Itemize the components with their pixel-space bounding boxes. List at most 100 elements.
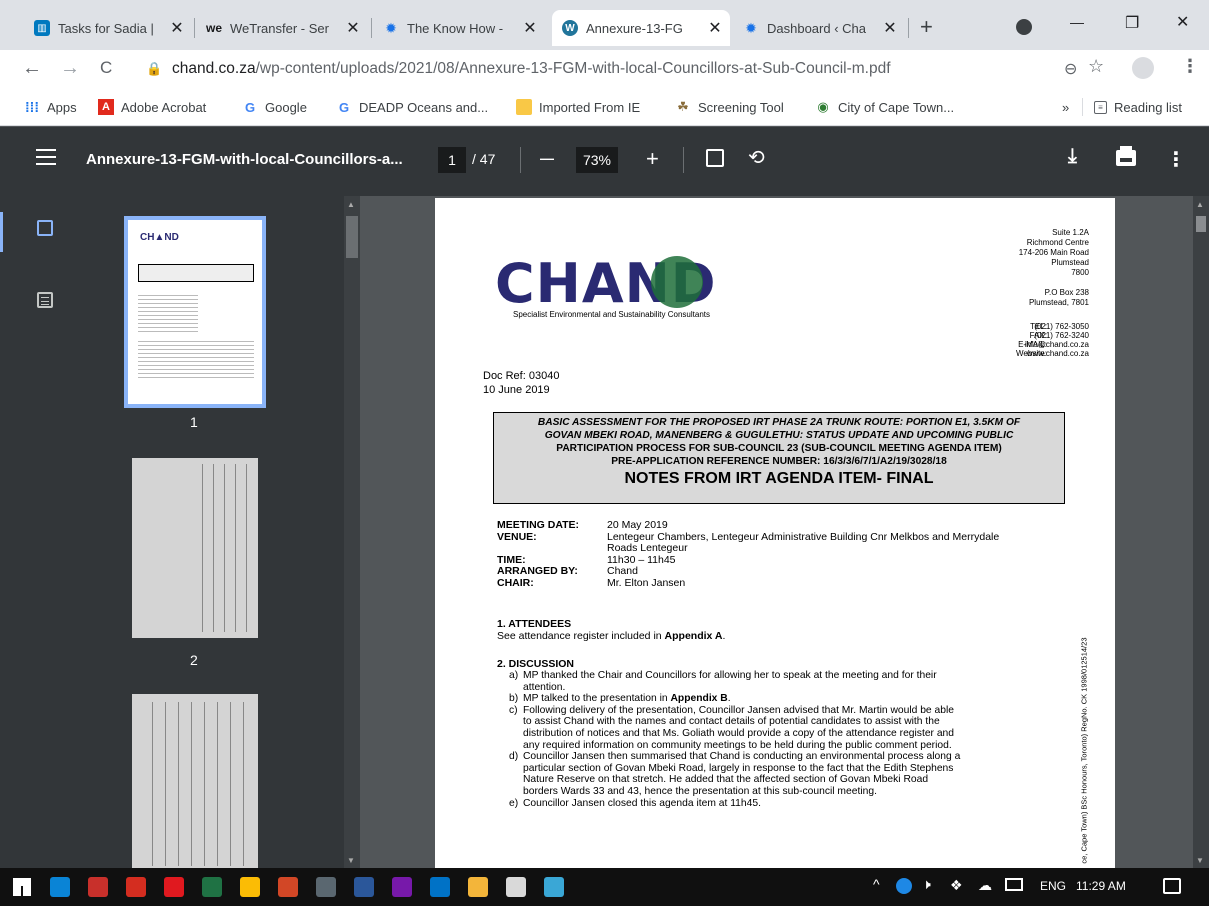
scrollbar-thumb[interactable]	[346, 216, 358, 258]
minimize-button[interactable]: —	[1070, 14, 1084, 30]
close-icon[interactable]: ✕	[881, 18, 899, 38]
chrome-icon[interactable]	[240, 877, 260, 897]
onenote-icon[interactable]	[392, 877, 412, 897]
forward-button[interactable]: →	[60, 57, 80, 80]
rotate-icon[interactable]: ⟲	[748, 145, 765, 170]
word-icon[interactable]	[354, 877, 374, 897]
meta-key: VENUE:	[497, 530, 537, 543]
outlook-icon[interactable]	[430, 877, 450, 897]
profile-dropdown-icon[interactable]	[1016, 19, 1032, 35]
acrobat-taskbar-icon[interactable]	[126, 877, 146, 897]
thumbnail-scrollbar[interactable]: ▲ ▼	[344, 196, 360, 868]
more-options-icon[interactable]: ⋮	[1166, 147, 1186, 172]
scroll-down-icon[interactable]: ▼	[347, 856, 355, 865]
reload-button[interactable]: C	[100, 58, 112, 78]
thumbnail-page-1[interactable]: CH▲ND	[124, 216, 266, 408]
bookmark-screening-tool[interactable]: ☘ Screening Tool	[675, 98, 784, 116]
outline-view-icon[interactable]	[37, 292, 53, 308]
thumbnail-page-2[interactable]	[132, 458, 258, 638]
tab-annexure[interactable]: W Annexure-13-FG ✕	[552, 10, 730, 46]
bookmark-apps[interactable]: ⁞⁞⁞ Apps	[24, 98, 77, 116]
list-marker: c)	[509, 704, 518, 716]
section-1-title: 1. ATTENDEES	[497, 618, 572, 630]
scroll-up-icon[interactable]: ▲	[347, 200, 355, 209]
download-icon[interactable]: ⤓	[1068, 145, 1077, 168]
page-number-input[interactable]: 1	[438, 147, 466, 173]
url-path: /wp-content/uploads/2021/08/Annexure-13-…	[255, 60, 891, 77]
discussion-line: particular section of Govan Mbeki Road, …	[509, 763, 1079, 775]
wetransfer-icon: we	[206, 21, 223, 35]
scrollbar-thumb[interactable]	[1196, 216, 1206, 232]
new-tab-button[interactable]: +	[920, 14, 933, 40]
notification-icon[interactable]	[1163, 878, 1181, 894]
notes-icon[interactable]	[506, 877, 526, 897]
zoom-out-button[interactable]: —	[540, 150, 554, 166]
bookmark-adobe-acrobat[interactable]: A Adobe Acrobat	[98, 98, 206, 116]
print-icon[interactable]	[1116, 146, 1136, 166]
discussion-text: Following delivery of the presentation, …	[523, 705, 954, 717]
tab-know-how[interactable]: ✹ The Know How - ✕	[373, 10, 545, 46]
bookmark-deadp[interactable]: G DEADP Oceans and...	[336, 98, 488, 116]
fit-page-icon[interactable]	[706, 149, 724, 167]
wordpress-taskbar-icon[interactable]	[316, 877, 336, 897]
app-red-icon[interactable]	[88, 877, 108, 897]
discussion-text: MP talked to the presentation in Appendi…	[523, 693, 731, 705]
discussion-text: Councillor Jansen then summarised that C…	[523, 751, 960, 763]
registration-sidebar: ce, Cape Town) BSc Honours, Toronto) Reg…	[1069, 638, 1089, 868]
onedrive-icon[interactable]: ☁	[978, 877, 992, 894]
volume-muted-icon[interactable]: 🕨	[922, 876, 931, 893]
clock[interactable]: 11:29 AM	[1076, 879, 1126, 893]
reading-list-button[interactable]: ≡ Reading list	[1094, 98, 1182, 116]
discussion-text: any required information on community me…	[523, 740, 952, 752]
thumbnail-view-icon[interactable]	[37, 220, 53, 236]
bookmark-star-icon[interactable]: ☆	[1088, 56, 1104, 77]
start-icon[interactable]	[12, 877, 32, 897]
restore-button[interactable]: ❐	[1125, 13, 1139, 33]
close-window-button[interactable]: ✕	[1176, 12, 1189, 32]
tab-wetransfer[interactable]: we WeTransfer - Ser ✕	[196, 10, 368, 46]
hamburger-menu-icon[interactable]	[36, 149, 56, 165]
punct: .	[722, 630, 726, 642]
close-icon[interactable]: ✕	[706, 18, 724, 38]
scroll-down-icon[interactable]: ▼	[1196, 856, 1204, 865]
bookmark-city-of-cape-town[interactable]: ◉ City of Cape Town...	[815, 98, 954, 116]
avatar[interactable]	[1132, 57, 1154, 79]
edge-icon[interactable]	[544, 877, 564, 897]
file-explorer-icon[interactable]	[468, 877, 488, 897]
title-box: BASIC ASSESSMENT FOR THE PROPOSED IRT PH…	[493, 412, 1065, 504]
zoom-level-input[interactable]: 73%	[576, 147, 618, 173]
bookmarks-overflow-button[interactable]: »	[1062, 98, 1069, 116]
discussion-text: Nature Reserve on that stretch. He added…	[523, 774, 928, 786]
back-button[interactable]: ←	[22, 57, 42, 80]
menu-kebab-icon[interactable]: ⋮	[1181, 56, 1199, 77]
close-icon[interactable]: ✕	[521, 18, 539, 38]
bookmark-google[interactable]: G Google	[242, 98, 307, 116]
scroll-up-icon[interactable]: ▲	[1196, 200, 1204, 209]
thumbnail-table	[140, 702, 250, 866]
tab-trello[interactable]: ▥ Tasks for Sadia | ✕	[24, 10, 192, 46]
thumbnail-title-box	[138, 264, 254, 282]
dropbox-icon[interactable]: ❖	[950, 877, 963, 894]
pdf-title: Annexure-13-FGM-with-local-Councillors-a…	[86, 151, 403, 168]
tray-app-icon[interactable]	[896, 878, 912, 894]
opera-icon[interactable]	[164, 877, 184, 897]
document-scrollbar[interactable]: ▲ ▼	[1193, 196, 1209, 868]
network-icon[interactable]	[1005, 878, 1023, 891]
app-blue-icon[interactable]	[50, 877, 70, 897]
list-marker	[509, 682, 523, 694]
tab-dashboard[interactable]: ✹ Dashboard ‹ Cha ✕	[733, 10, 905, 46]
tray-chevron-icon[interactable]: ^	[873, 876, 880, 892]
zoom-icon[interactable]: ⊖	[1064, 59, 1077, 79]
address-bar[interactable]: 🔒 chand.co.za/wp-content/uploads/2021/08…	[132, 55, 1102, 83]
close-icon[interactable]: ✕	[344, 18, 362, 38]
excel-icon[interactable]	[202, 877, 222, 897]
tab-divider	[194, 18, 195, 38]
zoom-in-button[interactable]: +	[646, 146, 659, 172]
bookmark-label: Screening Tool	[698, 99, 784, 115]
language-indicator[interactable]: ENG	[1040, 879, 1066, 893]
close-icon[interactable]: ✕	[168, 18, 186, 38]
thumbnail-page-3[interactable]	[132, 694, 258, 868]
powerpoint-icon[interactable]	[278, 877, 298, 897]
bookmark-imported-from-ie[interactable]: Imported From IE	[516, 98, 640, 116]
meta-row: MEETING DATE: 20 May 2019	[497, 519, 999, 532]
